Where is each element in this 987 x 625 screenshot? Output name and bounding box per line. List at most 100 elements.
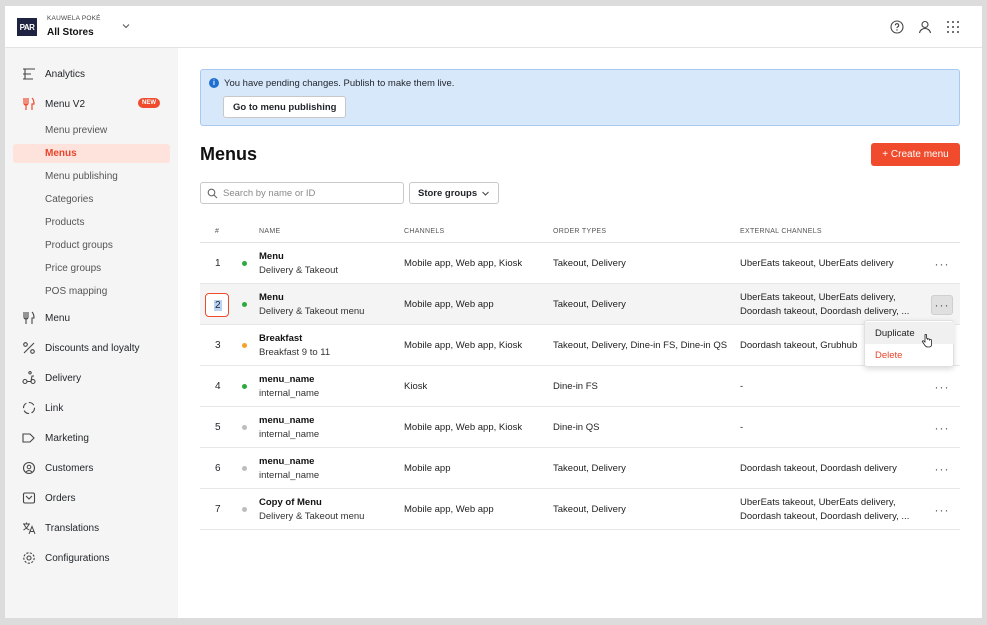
menu-description: Delivery & Takeout menu <box>259 306 365 317</box>
sidebar-subitem-menu-publishing[interactable]: Menu publishing <box>13 167 170 186</box>
row-number: 7 <box>215 504 221 515</box>
banner-message: You have pending changes. Publish to mak… <box>224 78 455 89</box>
sidebar-item-delivery[interactable]: Delivery <box>5 368 178 388</box>
menu-description: Breakfast 9 to 11 <box>259 347 331 358</box>
brand-name: KAUWELA POKÉ <box>47 15 101 22</box>
store-selector[interactable]: All Stores <box>47 27 94 38</box>
more-options-button[interactable]: ··· <box>931 295 953 315</box>
sidebar-item-label: Analytics <box>45 68 86 80</box>
app-window: PAR KAUWELA POKÉ All Stores Analytics Me… <box>5 6 982 618</box>
page-title: Menus <box>200 144 258 164</box>
external-channels-line-1: UberEats takeout, UberEats delivery, <box>740 497 896 508</box>
user-icon[interactable] <box>917 19 933 35</box>
menu-name: Breakfast <box>259 333 303 344</box>
status-dot <box>242 261 247 266</box>
sidebar-item-label: Customers <box>45 462 94 474</box>
analytics-icon <box>21 66 37 82</box>
status-dot <box>242 466 247 471</box>
row-number: 3 <box>215 340 221 351</box>
table-row[interactable]: 4 menu_name internal_name Kiosk Dine-in … <box>200 366 960 407</box>
order-types-cell: Takeout, Delivery <box>553 463 626 474</box>
menu-description: Delivery & Takeout <box>259 265 339 276</box>
order-types-cell: Takeout, Delivery <box>553 258 626 269</box>
table-row[interactable]: 6 menu_name internal_name Mobile app Tak… <box>200 448 960 489</box>
sidebar-item-menu[interactable]: Menu <box>5 308 178 328</box>
row-number: 4 <box>215 381 221 392</box>
chevron-down-icon <box>482 191 489 196</box>
sidebar-item-customers[interactable]: Customers <box>5 458 178 478</box>
table-row[interactable]: 1 Menu Delivery & Takeout Mobile app, We… <box>200 243 960 284</box>
external-channels-cell: - <box>740 422 744 433</box>
sidebar-item-discounts[interactable]: Discounts and loyalty <box>5 338 178 358</box>
menu-description: Delivery & Takeout menu <box>259 511 365 522</box>
menu-name: menu_name <box>259 374 315 385</box>
sidebar-item-label: Link <box>45 402 64 414</box>
column-header-number: # <box>215 228 220 235</box>
more-options-button[interactable]: ··· <box>931 254 953 274</box>
menu-description: internal_name <box>259 470 320 481</box>
order-types-cell: Takeout, Delivery, Dine-in FS, Dine-in Q… <box>553 340 728 351</box>
help-icon[interactable] <box>889 19 905 35</box>
order-types-cell: Dine-in QS <box>553 422 600 433</box>
store-groups-dropdown[interactable]: Store groups <box>409 182 499 204</box>
orders-icon <box>21 490 37 506</box>
sidebar-item-label: Configurations <box>45 552 110 564</box>
menu-description: internal_name <box>259 388 320 399</box>
more-options-button[interactable]: ··· <box>931 500 953 520</box>
sidebar-item-configurations[interactable]: Configurations <box>5 548 178 568</box>
subitem-label: Products <box>45 217 85 228</box>
chevron-down-icon[interactable] <box>121 21 131 31</box>
more-options-button[interactable]: ··· <box>931 418 953 438</box>
row-number: 2 <box>214 300 222 311</box>
table-row[interactable]: 2 Menu Delivery & Takeout menu Mobile ap… <box>200 284 960 325</box>
duplicate-menu-item[interactable]: Duplicate <box>865 322 955 344</box>
menu-name: Menu <box>259 292 284 303</box>
sidebar-item-analytics[interactable]: Analytics <box>5 64 178 84</box>
external-channels-cell: UberEats takeout, UberEats delivery <box>740 258 894 269</box>
sidebar-subitem-products[interactable]: Products <box>13 213 170 232</box>
go-to-menu-publishing-button[interactable]: Go to menu publishing <box>223 96 347 118</box>
apps-grid-icon[interactable] <box>945 19 961 35</box>
percent-icon <box>21 340 37 356</box>
sidebar-item-translations[interactable]: Translations <box>5 518 178 538</box>
channels-cell: Mobile app, Web app, Kiosk <box>404 340 523 351</box>
megaphone-icon <box>21 430 37 446</box>
sidebar-item-marketing[interactable]: Marketing <box>5 428 178 448</box>
translate-icon <box>21 520 37 536</box>
sidebar-item-label: Menu <box>45 312 71 324</box>
fork-knife-icon <box>21 96 37 112</box>
sidebar-item-orders[interactable]: Orders <box>5 488 178 508</box>
subitem-label: Menu preview <box>45 125 108 136</box>
new-badge: NEW <box>138 98 160 108</box>
table-row[interactable]: 7 Copy of Menu Delivery & Takeout menu M… <box>200 489 960 530</box>
sidebar-subitem-categories[interactable]: Categories <box>13 190 170 209</box>
sidebar-subitem-price-groups[interactable]: Price groups <box>13 259 170 278</box>
sidebar-subitem-menus[interactable]: Menus <box>13 144 170 163</box>
sidebar-item-link[interactable]: Link <box>5 398 178 418</box>
par-logo: PAR <box>17 18 37 36</box>
delete-menu-item[interactable]: Delete <box>865 344 955 366</box>
create-menu-button[interactable]: + Create menu <box>871 143 960 166</box>
more-options-button[interactable]: ··· <box>931 377 953 397</box>
table-row[interactable]: 5 menu_name internal_name Mobile app, We… <box>200 407 960 448</box>
link-icon <box>21 400 37 416</box>
sidebar-item-label: Translations <box>45 522 100 534</box>
row-actions-menu: Duplicate Delete <box>864 320 955 367</box>
sidebar-subitem-product-groups[interactable]: Product groups <box>13 236 170 255</box>
search-input[interactable]: Search by name or ID <box>200 182 404 204</box>
order-types-cell: Takeout, Delivery <box>553 299 626 310</box>
sidebar-item-menu-v2[interactable]: Menu V2 NEW <box>5 94 178 114</box>
table-row[interactable]: 3 Breakfast Breakfast 9 to 11 Mobile app… <box>200 325 960 366</box>
menu-name: Menu <box>259 251 284 262</box>
sidebar-item-label: Delivery <box>45 372 82 384</box>
gear-icon <box>21 550 37 566</box>
sidebar-subitem-menu-preview[interactable]: Menu preview <box>13 121 170 140</box>
column-header-name: NAME <box>259 228 281 235</box>
search-placeholder: Search by name or ID <box>223 188 316 199</box>
column-header-order-types: ORDER TYPES <box>553 228 607 235</box>
store-groups-label: Store groups <box>418 187 478 199</box>
more-options-button[interactable]: ··· <box>931 459 953 479</box>
row-number: 5 <box>215 422 221 433</box>
sidebar-subitem-pos-mapping[interactable]: POS mapping <box>13 282 170 301</box>
status-dot <box>242 302 247 307</box>
